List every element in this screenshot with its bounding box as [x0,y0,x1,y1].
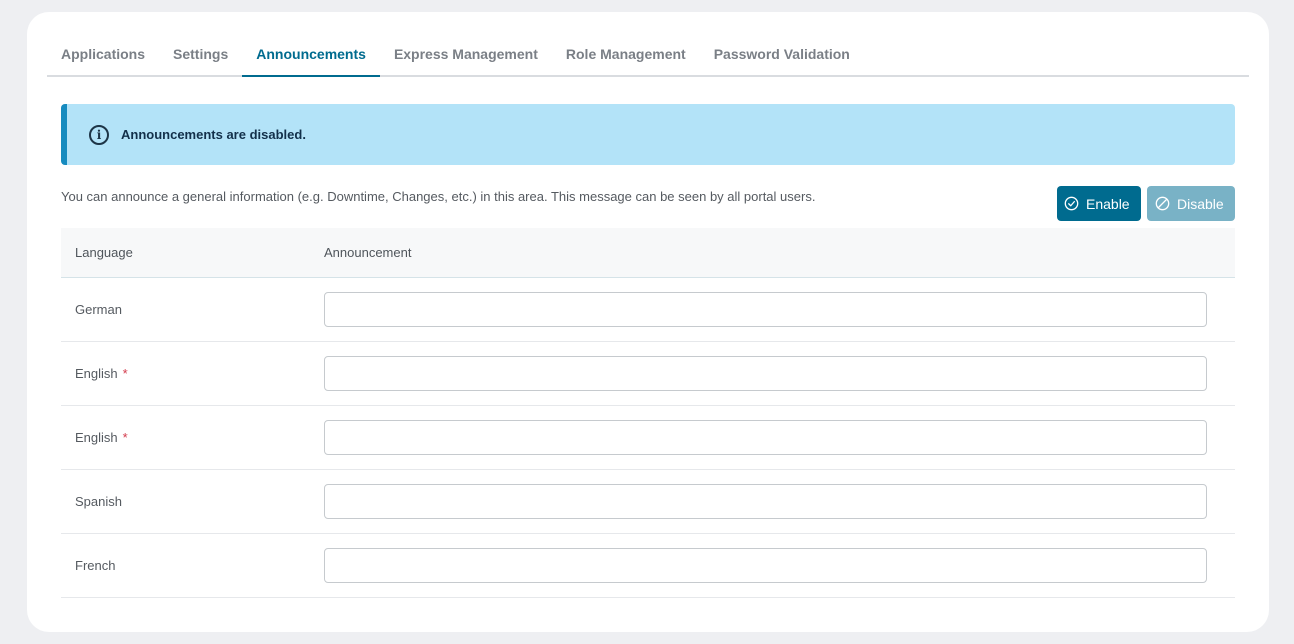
required-marker: * [122,430,128,445]
disable-button[interactable]: Disable [1147,186,1235,221]
language-label: English [75,430,118,445]
table-header: Language Announcement [61,228,1235,278]
tab-settings[interactable]: Settings [159,12,242,75]
tab-announcements[interactable]: Announcements [242,12,380,77]
enable-button[interactable]: Enable [1057,186,1141,221]
tab-role-management[interactable]: Role Management [552,12,700,75]
language-cell: German [61,302,324,317]
language-column-header: Language [75,245,133,260]
tab-express-management[interactable]: Express Management [380,12,552,75]
language-cell: English * [61,366,324,381]
table-row: French [61,534,1235,598]
announcement-description: You can announce a general information (… [61,189,816,204]
tab-bar: Applications Settings Announcements Expr… [47,12,1249,77]
language-label: English [75,366,118,381]
disable-button-label: Disable [1177,195,1224,212]
check-circle-icon [1064,196,1079,211]
alert-text: Announcements are disabled. [121,127,306,142]
language-label: Spanish [75,494,122,509]
announcement-table: Language Announcement German English * En… [61,228,1235,598]
announcements-disabled-alert: i Announcements are disabled. [61,104,1235,165]
language-cell: English * [61,430,324,445]
language-label: French [75,558,116,573]
announcement-input-english-2[interactable] [324,420,1207,455]
tab-applications[interactable]: Applications [47,12,159,75]
required-marker: * [122,366,128,381]
announcements-card: Applications Settings Announcements Expr… [27,12,1269,632]
announcement-column-header: Announcement [324,245,412,260]
ban-circle-icon [1155,196,1170,211]
language-label: German [75,302,122,317]
table-row: English * [61,342,1235,406]
language-cell: Spanish [61,494,324,509]
table-row: Spanish [61,470,1235,534]
table-row: German [61,278,1235,342]
announcement-input-french[interactable] [324,548,1207,583]
announcement-input-spanish[interactable] [324,484,1207,519]
announcement-input-german[interactable] [324,292,1207,327]
announcement-input-english[interactable] [324,356,1207,391]
info-circle-icon: i [89,124,109,145]
enable-button-label: Enable [1086,195,1130,212]
table-row: English * [61,406,1235,470]
language-cell: French [61,558,324,573]
tab-password-validation[interactable]: Password Validation [700,12,864,75]
